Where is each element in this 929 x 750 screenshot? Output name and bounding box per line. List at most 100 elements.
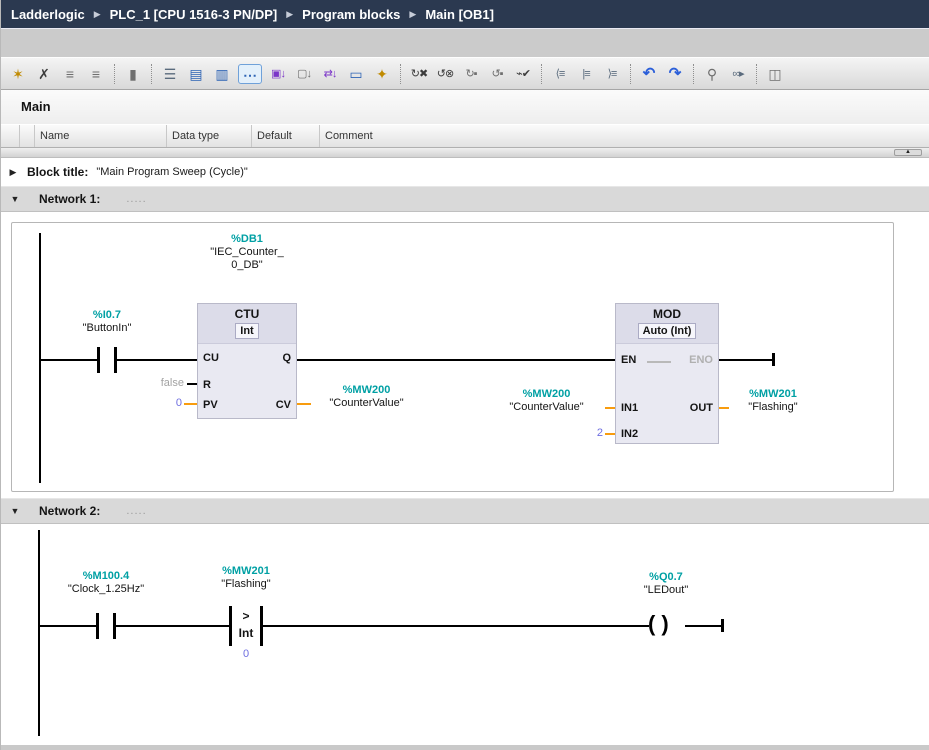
network-2-comment-placeholder[interactable]: ..... [126,505,146,517]
breadcrumb: Ladderlogic ▶ PLC_1 [CPU 1516-3 PN/DP] ▶… [1,0,929,28]
wire [187,383,197,385]
connect-online-icon[interactable]: ⌁✔ [513,64,533,84]
ctu-type-selector[interactable]: Int [235,323,258,339]
wire [263,625,649,627]
ctu-instance-db-operand[interactable]: %DB1 "IEC_Counter_ 0_DB" [177,233,317,272]
network-2-collapse-icon[interactable]: ▼ [9,506,21,516]
coil-name: "LEDout" [644,584,689,596]
network-1-collapse-icon[interactable]: ▼ [9,194,21,204]
contact-buttonin-operand[interactable]: %I0.7 "ButtonIn" [52,309,162,335]
comparator-operator[interactable]: > [232,610,260,623]
data-block-icon[interactable]: ◫ [765,64,785,84]
compare-address: %MW201 [191,565,301,578]
coil-open-paren: ( [648,611,661,636]
db-name-line2: 0_DB" [231,259,262,271]
mod-type-selector[interactable]: Auto (Int) [638,323,697,339]
in1-name: "CounterValue" [509,401,583,413]
breadcrumb-project[interactable]: Ladderlogic [11,7,85,22]
mod-in1-operand[interactable]: %MW200 "CounterValue" [489,388,604,414]
db-name-line1: "IEC_Counter_ [210,246,284,258]
wire [39,625,96,627]
mod-block[interactable]: MOD Auto (Int) EN ENO IN1 IN2 OUT [615,303,719,444]
insert-block-icon[interactable]: ✦ [372,64,392,84]
comparator-bar[interactable] [260,606,263,646]
coil-symbol[interactable]: () [648,611,675,637]
delete-network-icon[interactable]: ✗ [34,64,54,84]
mod-in2-value[interactable]: 2 [563,427,603,440]
insert-network-icon[interactable]: ✶ [8,64,28,84]
data-wire [605,407,615,409]
goto-definition-icon[interactable]: |≡ [576,64,596,84]
ctu-cv-operand[interactable]: %MW200 "CounterValue" [309,384,424,410]
network-1-canvas[interactable]: %DB1 "IEC_Counter_ 0_DB" %I0.7 "ButtonIn… [11,222,894,492]
network-1-comment-placeholder[interactable]: ..... [126,193,146,205]
compare-name: "Flashing" [221,578,270,590]
ladder-editor-window: Ladderlogic ▶ PLC_1 [CPU 1516-3 PN/DP] ▶… [0,0,929,750]
interface-splitter[interactable]: ▲ [1,148,929,158]
block-name-title: Main [21,99,51,114]
coil-operand[interactable]: %Q0.7 "LEDout" [621,571,711,597]
mod-title: MOD [616,307,718,321]
insert-row-above-icon[interactable]: ≡ [60,64,80,84]
block-title-value[interactable]: "Main Program Sweep (Cycle)" [96,166,247,178]
test-glasses-icon[interactable]: ∞▸ [728,64,748,84]
network-1-header[interactable]: ▼ Network 1: ..... [1,186,929,212]
col-data-type[interactable]: Data type [166,125,251,147]
secondary-toolbar-strip [1,28,929,58]
cv-address: %MW200 [309,384,424,397]
ctu-r-value[interactable]: false [132,377,184,390]
power-rail [38,530,40,736]
expand-networks-icon[interactable]: ▤ [186,64,206,84]
cv-name: "CounterValue" [329,397,403,409]
col-name[interactable]: Name [34,125,166,147]
absolute-operands-icon[interactable]: ☰ [160,64,180,84]
ctu-block[interactable]: CTU Int CU R PV Q CV [197,303,297,419]
comparator-value[interactable]: 0 [232,648,260,661]
goto-usage-icon[interactable]: ⟩≡ [602,64,622,84]
breadcrumb-separator-icon: ▶ [286,9,293,20]
breadcrumb-program-blocks[interactable]: Program blocks [302,7,400,22]
contact-bar[interactable] [96,613,99,639]
breadcrumb-plc[interactable]: PLC_1 [CPU 1516-3 PN/DP] [110,7,278,22]
discard-call-env-icon[interactable]: ↻✖ [409,64,429,84]
collapse-networks-icon[interactable]: ▥ [212,64,232,84]
cross-reference-icon[interactable]: ⚲ [702,64,722,84]
toolbar-separator [756,64,757,84]
network-2-canvas[interactable]: %M100.4 "Clock_1.25Hz" %MW201 "Flashing"… [1,524,929,745]
breadcrumb-main-ob1[interactable]: Main [OB1] [425,7,494,22]
ctu-title: CTU [198,307,296,321]
symbol-visibility-icon[interactable]: ⇄↓ [320,64,340,84]
ctu-pv-value[interactable]: 0 [158,397,182,410]
save-snapshot-icon[interactable]: ↺▪ [487,64,507,84]
block-title-expand-icon[interactable]: ▶ [7,167,19,178]
comment-visibility-icon[interactable]: ▢↓ [294,64,314,84]
pin-out: OUT [690,402,713,415]
compare-operand[interactable]: %MW201 "Flashing" [191,565,301,591]
network-2-header[interactable]: ▼ Network 2: ..... [1,498,929,524]
reset-start-values-icon[interactable]: ▮ [123,64,143,84]
contact-bar[interactable] [97,347,100,373]
in1-address: %MW200 [489,388,604,401]
goto-structure-icon[interactable]: ⟨≡ [550,64,570,84]
comparator-type[interactable]: Int [232,627,260,640]
contact-clock-operand[interactable]: %M100.4 "Clock_1.25Hz" [51,570,161,596]
rung-end-tick [772,353,775,366]
redo-icon[interactable]: ↷ [665,64,685,84]
collapse-interface-button[interactable]: ▲ [894,149,922,156]
mod-out-operand[interactable]: %MW201 "Flashing" [728,388,818,414]
freeform-comment-icon[interactable]: ▭ [346,64,366,84]
power-rail [39,233,41,483]
load-snapshot-icon[interactable]: ↻▪ [461,64,481,84]
data-wire [184,403,197,405]
insert-row-below-icon[interactable]: ≡ [86,64,106,84]
block-title-label: Block title: [27,165,88,179]
col-comment[interactable]: Comment [319,125,891,147]
network-comments-toggle-icon[interactable]: ⋯ [238,64,262,84]
toolbar-separator [114,64,115,84]
undo-icon[interactable]: ↶ [639,64,659,84]
coil-close-paren: ) [661,611,674,636]
bottom-edge-strip [1,745,929,750]
monitor-block-icon[interactable]: ↺⊗ [435,64,455,84]
col-default-value[interactable]: Default value [251,125,319,147]
ff-visibility-icon[interactable]: ▣↓ [268,64,288,84]
